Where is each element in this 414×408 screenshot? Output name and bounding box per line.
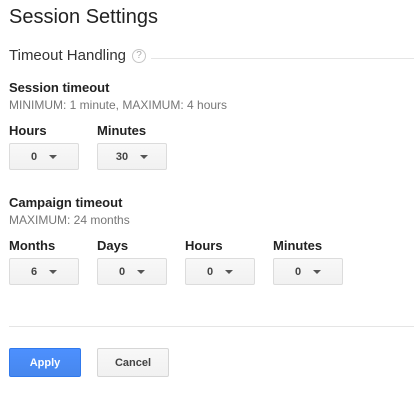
session-timeout-hint: MINIMUM: 1 minute, MAXIMUM: 4 hours — [9, 98, 228, 112]
campaign-months-value: 6 — [30, 265, 38, 278]
chevron-down-icon — [140, 154, 149, 159]
session-hours-label: Hours — [9, 123, 47, 138]
campaign-minutes-label: Minutes — [273, 238, 323, 253]
session-timeout-label: Session timeout — [9, 80, 110, 95]
section-rule — [151, 58, 414, 59]
chevron-down-icon — [225, 269, 234, 274]
campaign-minutes-value: 0 — [294, 265, 302, 278]
chevron-down-icon — [49, 269, 58, 274]
chevron-down-icon — [313, 269, 322, 274]
chevron-down-icon — [137, 269, 146, 274]
chevron-down-icon — [49, 154, 58, 159]
campaign-hours-value: 0 — [206, 265, 214, 278]
help-icon[interactable]: ? — [132, 48, 147, 63]
page-title: Session Settings — [9, 6, 158, 28]
session-hours-value: 0 — [30, 150, 38, 163]
campaign-timeout-hint: MAXIMUM: 24 months — [9, 213, 130, 227]
session-minutes-value: 30 — [115, 150, 129, 163]
session-minutes-label: Minutes — [97, 123, 147, 138]
timeout-handling-label: Timeout Handling — [9, 47, 127, 64]
divider — [9, 326, 414, 327]
campaign-hours-select[interactable]: 0 — [185, 258, 255, 285]
campaign-days-select[interactable]: 0 — [97, 258, 167, 285]
campaign-months-select[interactable]: 6 — [9, 258, 79, 285]
campaign-months-label: Months — [9, 238, 56, 253]
campaign-timeout-label: Campaign timeout — [9, 195, 123, 210]
campaign-days-label: Days — [97, 238, 129, 253]
cancel-button[interactable]: Cancel — [97, 348, 169, 377]
campaign-days-value: 0 — [118, 265, 126, 278]
session-minutes-select[interactable]: 30 — [97, 143, 167, 170]
campaign-minutes-select[interactable]: 0 — [273, 258, 343, 285]
apply-button[interactable]: Apply — [9, 348, 81, 377]
session-hours-select[interactable]: 0 — [9, 143, 79, 170]
timeout-handling-heading: Timeout Handling ? — [9, 47, 147, 64]
campaign-hours-label: Hours — [185, 238, 223, 253]
